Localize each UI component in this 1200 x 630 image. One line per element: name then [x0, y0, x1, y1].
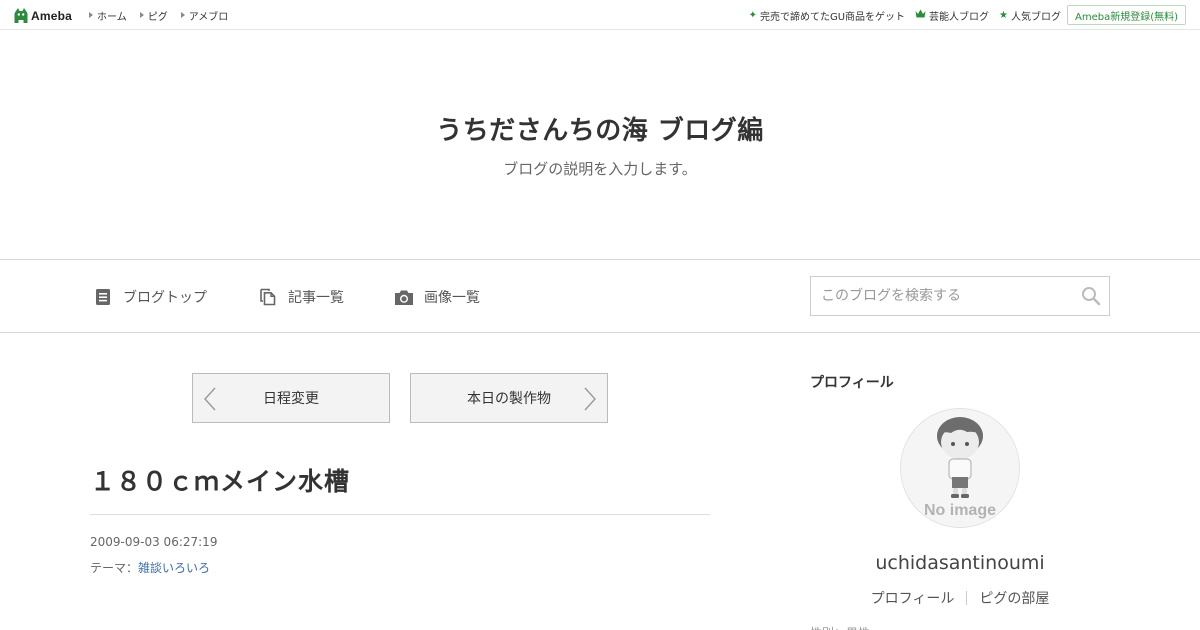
link-separator [966, 591, 968, 605]
blog-description: ブログの説明を入力します。 [503, 160, 697, 178]
logo-wordmark: Ameba [31, 9, 73, 23]
profile-link[interactable]: プロフィール [871, 588, 955, 608]
promo-link-gu[interactable]: ✦ 完売で諦めてたGU商品をゲット [749, 8, 905, 23]
global-nav-pigg[interactable]: ピグ [139, 8, 168, 23]
top-bar: Ameba ホーム ピグ アメブロ ✦ 完売で諦めてたGU商品をゲット 芸能人ブ… [0, 0, 1200, 30]
sparkle-icon: ✦ [748, 9, 757, 21]
profile-heading: プロフィール [810, 375, 894, 391]
search-input[interactable] [811, 277, 1071, 315]
blog-title[interactable]: うちださんちの海 ブログ編 [0, 110, 1200, 147]
global-nav-label: ホーム [97, 11, 127, 23]
profile-detail-cutoff: 性別：男性 [810, 624, 870, 630]
ameba-mascot-icon [14, 8, 28, 24]
search-icon[interactable] [1081, 286, 1101, 306]
promo-link-celebrity[interactable]: 芸能人ブログ [915, 8, 989, 23]
nav-label: 記事一覧 [288, 290, 344, 306]
promo-link-popular[interactable]: ★ 人気ブログ [999, 8, 1061, 23]
profile-links: プロフィール ピグの部屋 [810, 588, 1110, 608]
chevron-right-icon [582, 386, 598, 412]
camera-icon [393, 287, 415, 307]
pigg-room-link[interactable]: ピグの部屋 [979, 588, 1049, 608]
promo-link-label: 人気ブログ [1011, 11, 1061, 23]
theme-prefix: テーマ： [90, 561, 139, 575]
ameba-logo[interactable]: Ameba [14, 7, 72, 25]
star-icon: ★ [999, 9, 1008, 21]
nav-blog-top[interactable]: ブログトップ [92, 286, 207, 308]
prev-entry-label: 日程変更 [263, 391, 319, 407]
triangle-right-icon [139, 12, 144, 18]
chevron-left-icon [202, 386, 218, 412]
next-entry-button[interactable]: 本日の製作物 [410, 373, 608, 423]
entry-theme: テーマ：雑談いろいろ [90, 559, 210, 576]
triangle-right-icon [89, 12, 93, 18]
entry-date: 2009-09-03 06:27:19 [90, 535, 218, 549]
prev-entry-button[interactable]: 日程変更 [192, 373, 390, 423]
global-nav-ameblo[interactable]: アメブロ [180, 8, 229, 23]
triangle-right-icon [180, 12, 185, 18]
promo-link-label: 芸能人ブログ [929, 11, 990, 23]
copy-icon [257, 287, 279, 307]
promo-links: ✦ 完売で諦めてたGU商品をゲット 芸能人ブログ ★ 人気ブログ [739, 0, 1061, 30]
promo-link-label: 完売で諦めてたGU商品をゲット [759, 11, 906, 23]
theme-link[interactable]: 雑談いろいろ [138, 561, 210, 575]
register-button[interactable]: Ameba新規登録(無料) [1066, 5, 1186, 25]
next-entry-label: 本日の製作物 [467, 391, 551, 407]
blog-search [810, 276, 1110, 316]
crown-icon [915, 9, 926, 21]
profile-username[interactable]: uchidasantinoumi [810, 552, 1110, 574]
nav-article-list[interactable]: 記事一覧 [257, 286, 344, 308]
document-icon [92, 287, 114, 307]
avatar-placeholder-text: No image [924, 502, 996, 519]
divider [90, 514, 710, 515]
global-nav-home[interactable]: ホーム [89, 8, 127, 23]
blog-nav-bar: ブログトップ 記事一覧 画像一覧 [0, 259, 1200, 333]
avatar[interactable]: No image [900, 408, 1020, 528]
global-nav-label: アメブロ [188, 11, 229, 23]
global-nav-label: ピグ [147, 11, 168, 23]
global-nav: ホーム ピグ アメブロ [89, 0, 241, 30]
no-image-avatar-icon: No image [901, 409, 1019, 527]
nav-image-list[interactable]: 画像一覧 [393, 286, 480, 308]
nav-label: 画像一覧 [424, 290, 480, 306]
nav-label: ブログトップ [123, 290, 207, 306]
entry-title[interactable]: １８０ｃｍメイン水槽 [90, 462, 350, 498]
